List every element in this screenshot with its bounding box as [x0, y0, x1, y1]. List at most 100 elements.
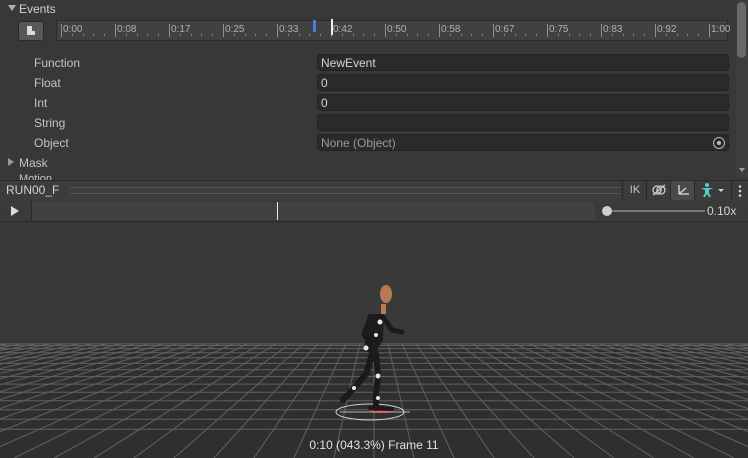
ruler-minor-tick	[179, 34, 181, 36]
ruler-minor-tick	[352, 34, 354, 36]
play-button[interactable]	[0, 201, 32, 221]
ruler-major-tick	[709, 24, 710, 37]
avatar-figure-icon	[701, 183, 724, 197]
ruler-minor-tick	[417, 34, 419, 36]
add-event-button[interactable]	[18, 21, 44, 41]
ruler-minor-tick	[644, 34, 646, 36]
string-label: String	[34, 116, 66, 130]
mirror-icon	[652, 184, 666, 196]
ruler-minor-tick	[536, 34, 538, 36]
ruler-minor-tick	[579, 34, 581, 36]
timeline-playhead[interactable]	[331, 19, 333, 35]
ik-toggle-button[interactable]: IK	[622, 181, 647, 200]
ruler-minor-tick	[158, 34, 160, 36]
ruler-minor-tick	[665, 34, 667, 36]
ruler-minor-tick	[525, 34, 527, 36]
preview-scene	[0, 222, 748, 458]
event-timeline-ruler[interactable]: 0:00 0:08 0:17 0:25 0:33 0:42 0:50 0:58 0:67 0:75…	[56, 20, 731, 41]
float-field[interactable]: 0	[317, 74, 729, 91]
ruler-minor-tick	[233, 34, 235, 36]
ruler-minor-tick	[136, 34, 138, 36]
ruler-minor-tick	[698, 34, 700, 36]
ruler-major-tick	[169, 24, 170, 37]
function-label: Function	[34, 56, 81, 70]
object-picker-icon[interactable]	[713, 137, 725, 149]
ruler-minor-tick	[460, 34, 462, 36]
scrollbar-thumb[interactable]	[737, 2, 746, 58]
ruler-minor-tick	[244, 34, 246, 36]
ruler-minor-tick	[363, 34, 365, 36]
function-field[interactable]: NewEvent	[317, 54, 729, 71]
mirror-toggle-button[interactable]	[646, 181, 671, 200]
ruler-minor-tick	[125, 34, 127, 36]
ruler-minor-tick	[320, 34, 322, 36]
ruler-minor-tick	[287, 34, 289, 36]
ruler-minor-tick	[104, 34, 106, 36]
ruler-minor-tick	[557, 34, 559, 36]
scroll-down-arrow-icon[interactable]	[739, 168, 745, 172]
play-icon	[11, 206, 19, 216]
ruler-minor-tick	[590, 34, 592, 36]
ruler-major-tick	[655, 24, 656, 37]
int-field[interactable]: 0	[317, 94, 729, 111]
ruler-tick-label: 1:00	[711, 24, 731, 35]
ruler-minor-tick	[374, 34, 376, 36]
object-field[interactable]: None (Object)	[317, 134, 729, 151]
pivot-axes-icon	[678, 185, 689, 195]
ruler-minor-tick	[147, 34, 149, 36]
ruler-minor-tick	[622, 34, 624, 36]
pivot-toggle-button[interactable]	[670, 181, 695, 200]
ruler-minor-tick	[611, 34, 613, 36]
ruler-minor-tick	[298, 34, 300, 36]
ruler-minor-tick	[255, 34, 257, 36]
ruler-minor-tick	[471, 34, 473, 36]
ruler-minor-tick	[406, 34, 408, 36]
toolbar-drag-handle[interactable]	[70, 187, 620, 194]
ruler-major-tick	[223, 24, 224, 37]
ruler-major-tick	[61, 24, 62, 37]
ruler-major-tick	[439, 24, 440, 37]
ruler-minor-tick	[341, 34, 343, 36]
ruler-minor-tick	[687, 34, 689, 36]
ruler-minor-tick	[428, 34, 430, 36]
events-title: Events	[19, 2, 56, 16]
playback-speed-slider[interactable]	[607, 210, 705, 212]
ruler-minor-tick	[93, 34, 95, 36]
avatar-select-button[interactable]	[694, 181, 731, 200]
kebab-menu-icon	[738, 185, 742, 197]
mask-foldout[interactable]: Mask	[19, 156, 48, 170]
ruler-major-tick	[277, 24, 278, 37]
preview-playhead[interactable]	[277, 202, 278, 220]
object-picker-dot	[717, 141, 721, 145]
preview-status-readout: 0:10 (043.3%) Frame 11	[309, 438, 439, 452]
ruler-minor-tick	[309, 34, 311, 36]
ruler-minor-tick	[514, 34, 516, 36]
ruler-minor-tick	[212, 34, 214, 36]
animation-preview-viewport[interactable]	[0, 222, 748, 458]
mask-expand-triangle-icon[interactable]	[8, 158, 14, 166]
animation-event-marker[interactable]	[313, 20, 316, 32]
preview-menu-button[interactable]	[731, 181, 748, 200]
ruler-minor-tick	[71, 34, 73, 36]
clip-name: RUN00_F	[6, 183, 60, 197]
playback-speed-knob[interactable]	[602, 206, 612, 216]
ruler-minor-tick	[449, 34, 451, 36]
ruler-major-tick	[601, 24, 602, 37]
string-field[interactable]	[317, 114, 729, 131]
ruler-minor-tick	[633, 34, 635, 36]
expand-triangle-icon	[8, 5, 16, 11]
playback-speed-value: 0.10x	[707, 204, 737, 218]
events-foldout[interactable]: Events	[0, 0, 736, 18]
ruler-major-tick	[385, 24, 386, 37]
object-label: Object	[34, 136, 69, 150]
preview-time-scrubber[interactable]	[32, 202, 595, 220]
ruler-minor-tick	[395, 34, 397, 36]
ruler-major-tick	[547, 24, 548, 37]
ruler-minor-tick	[82, 34, 84, 36]
ruler-major-tick	[493, 24, 494, 37]
ruler-minor-tick	[676, 34, 678, 36]
ruler-minor-tick	[201, 34, 203, 36]
add-event-icon-notch	[32, 31, 35, 35]
ruler-minor-tick	[568, 34, 570, 36]
int-label: Int	[34, 96, 48, 110]
